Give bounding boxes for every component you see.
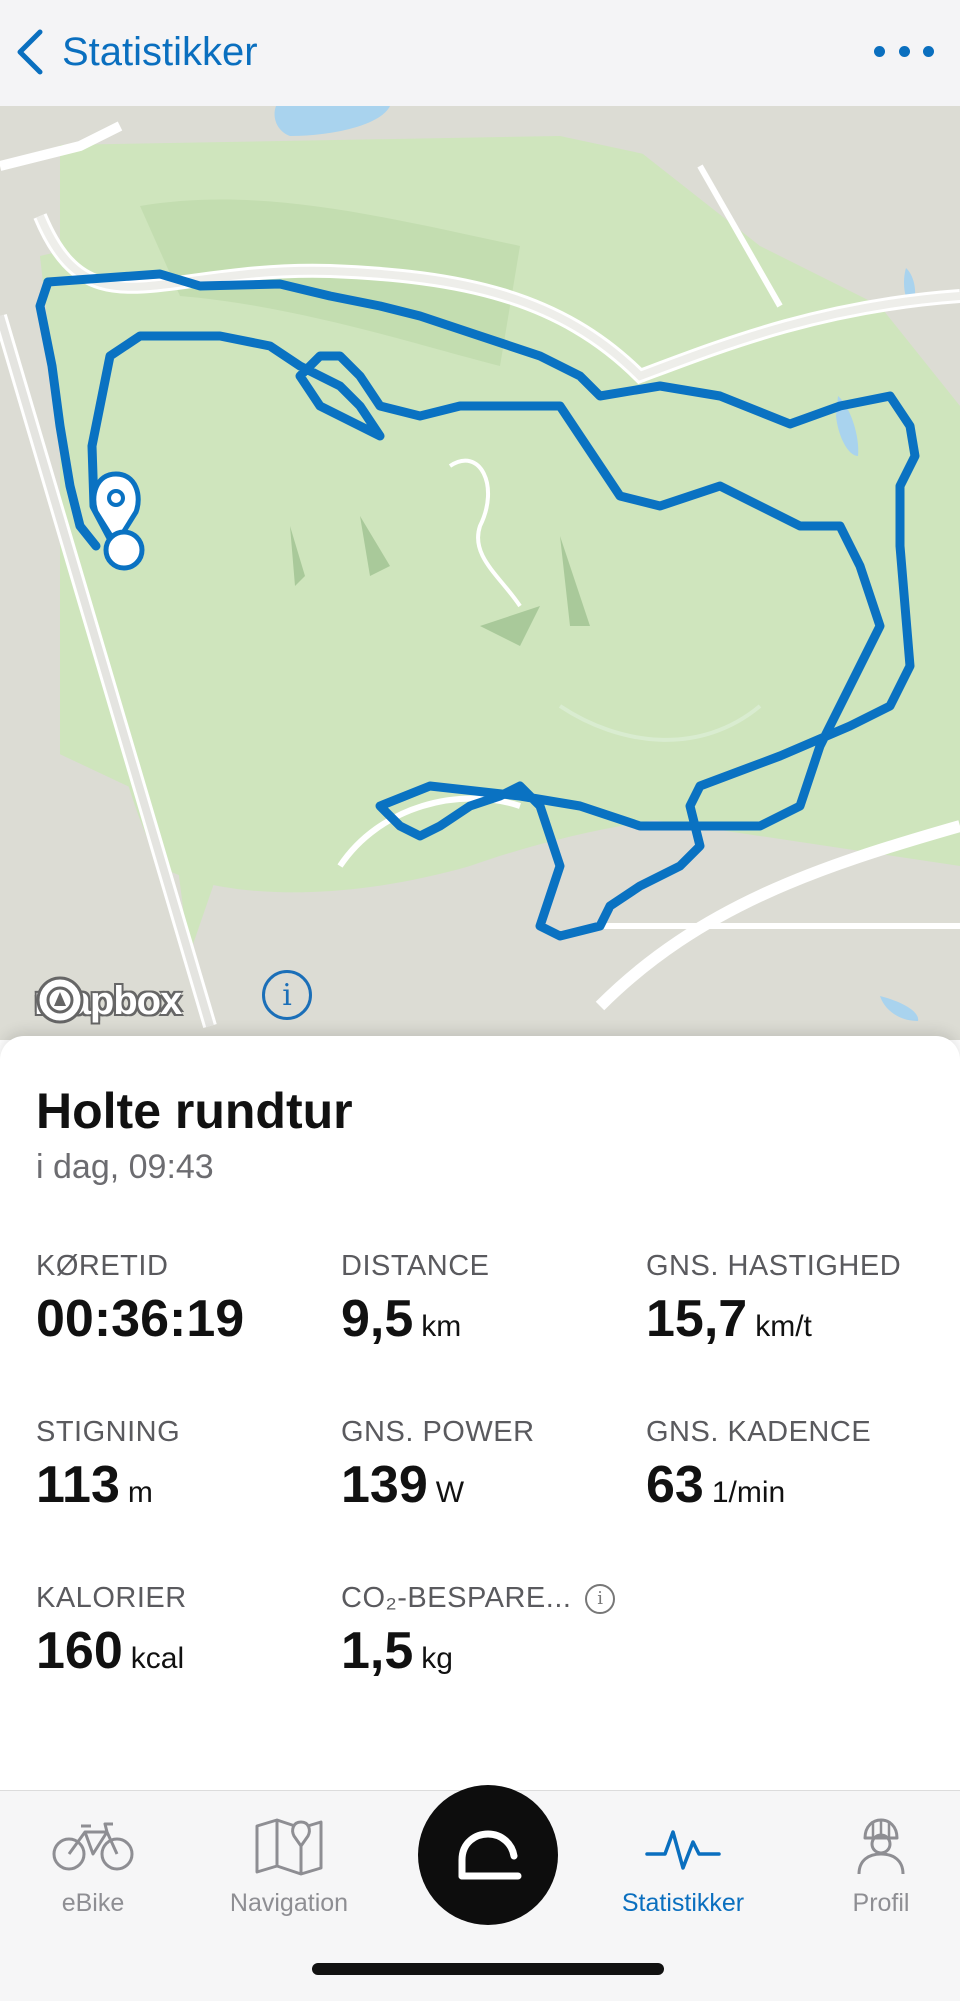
more-dots-icon [874,45,885,57]
stat-label: GNS. POWER [341,1416,535,1448]
more-dot [923,45,934,57]
ride-screen-button[interactable] [418,1785,558,1925]
stat-label: STIGNING [36,1416,181,1448]
stat-value: 113 [36,1456,120,1514]
stat-unit: W [435,1476,465,1509]
nav-header: Statistikker [0,0,960,106]
stat-unit: km [421,1310,462,1343]
stat-co2-saving: CO₂-BESPARE... i 1,5 kg [341,1582,641,1681]
tab-navigation[interactable]: Navigation [194,1811,384,1931]
co2-info-icon[interactable]: i [585,1583,616,1614]
more-options-button[interactable] [874,36,934,66]
tab-label: Statistikker [621,1889,745,1917]
tab-ebike[interactable]: eBike [0,1811,188,1931]
stat-unit: kg [421,1642,453,1675]
stat-unit: kcal [130,1642,185,1675]
chevron-left-icon [17,29,43,75]
stat-value: 15,7 [646,1290,748,1348]
start-marker-icon [103,529,145,571]
home-indicator[interactable] [312,1963,664,1975]
stat-value: 160 [36,1622,123,1680]
stat-value: 139 [341,1456,428,1514]
stat-avg-cadence: GNS. KADENCE 63 1/min [646,1416,946,1515]
map-info-button[interactable]: i [262,970,312,1020]
stat-value: 63 [646,1456,704,1514]
tab-label: eBike [61,1889,125,1917]
stat-distance: DISTANCE 9,5 km [341,1250,641,1349]
mapbox-logo: mapbox [34,974,182,1028]
more-dot [898,45,910,57]
stat-avg-power: GNS. POWER 139 W [341,1416,641,1515]
ride-date: i dag, 09:43 [36,1148,214,1186]
profile-icon [857,1818,905,1875]
stat-label: GNS. KADENCE [646,1416,872,1448]
stat-unit: m [127,1476,153,1509]
stat-unit: 1/min [711,1476,786,1509]
route-map[interactable]: mapbox i [0,106,960,1040]
header-title: Statistikker [62,29,258,74]
stat-elevation: STIGNING 113 m [36,1416,336,1515]
stat-label: GNS. HASTIGHED [646,1250,902,1282]
stat-calories: KALORIER 160 kcal [36,1582,336,1681]
ride-title: Holte rundtur [36,1083,353,1139]
stat-label-row: CO₂-BESPARE... i [341,1582,641,1615]
stat-ride-time: KØRETID 00:36:19 [36,1250,336,1349]
stat-value: 1,5 [341,1622,414,1680]
mapbox-icon [36,976,84,1024]
stat-label: DISTANCE [341,1250,490,1282]
tab-profile[interactable]: Profil [786,1811,960,1931]
stat-value: 00:36:19 [36,1290,245,1348]
ride-arc-icon [458,1830,522,1880]
stat-label: CO₂-BESPARE... [341,1582,572,1614]
info-icon: i [282,977,292,1013]
tab-bar: eBike Navigation Statistikker Profil [0,1785,960,2001]
stat-label: KALORIER [36,1582,187,1614]
ride-summary-panel: Holte rundtur i dag, 09:43 KØRETID 00:36… [0,1036,960,1790]
tab-statistics[interactable]: Statistikker [588,1811,778,1931]
tab-label: Profil [852,1889,910,1917]
activity-icon [645,1830,721,1870]
stat-unit: km/t [755,1310,812,1343]
map-canvas [0,106,960,1040]
back-button[interactable]: Statistikker [14,22,258,82]
stat-label: KØRETID [36,1250,169,1282]
map-icon [255,1818,323,1876]
stat-value: 9,5 [341,1290,414,1348]
stat-avg-speed: GNS. HASTIGHED 15,7 km/t [646,1250,946,1349]
tab-label: Navigation [229,1889,349,1917]
bike-icon [52,1822,134,1871]
